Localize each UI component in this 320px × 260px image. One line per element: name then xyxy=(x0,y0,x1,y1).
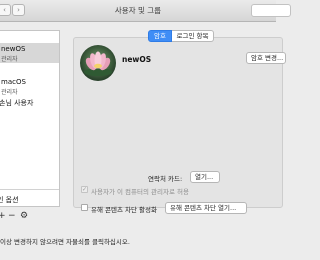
account-user-name: newOS xyxy=(122,55,152,64)
change-password-button[interactable]: 암호 변경... xyxy=(246,52,286,64)
sidebar-user-newos[interactable]: newOS 관리자 xyxy=(0,43,59,63)
gear-icon[interactable]: ⚙ xyxy=(20,211,28,221)
window-titlebar: ‹ › 사용자 및 그룹 xyxy=(0,0,291,22)
parental-controls-label: 유해 콘텐츠 차단 활성화 xyxy=(91,206,157,214)
admin-checkbox[interactable]: ✓ xyxy=(81,186,88,193)
lotus-icon xyxy=(80,45,116,81)
sidebar-user-role: 관리자 xyxy=(1,89,18,96)
sidebar-user-role: 관리자 xyxy=(1,56,18,63)
sidebar-guest-user[interactable]: 손님 사용자 xyxy=(0,97,59,107)
open-contact-card-button[interactable]: 열기... xyxy=(190,171,220,183)
add-user-button[interactable]: + xyxy=(0,211,6,221)
login-options-item[interactable]: 인 옵션 xyxy=(0,195,19,205)
sidebar-user-name: macOS xyxy=(1,78,26,86)
contact-card-label: 연락처 카드: xyxy=(148,175,183,183)
search-input[interactable] xyxy=(251,4,291,17)
open-parental-controls-button[interactable]: 유해 콘텐츠 차단 열기... xyxy=(165,202,247,214)
parental-controls-checkbox[interactable] xyxy=(81,204,88,211)
remove-user-button[interactable]: − xyxy=(8,211,16,221)
checkmark-icon: ✓ xyxy=(82,186,88,193)
tab-password[interactable]: 암호 xyxy=(148,30,172,42)
window-title: 사용자 및 그룹 xyxy=(114,6,162,15)
tab-login-items[interactable]: 로그인 항목 xyxy=(172,30,214,42)
sidebar-user-name: newOS xyxy=(1,45,26,53)
sidebar-divider xyxy=(0,189,59,190)
lock-instruction-text: 이상 변경하지 않으려면 자물쇠를 클릭하십시오. xyxy=(0,238,130,246)
sidebar-user-macos[interactable]: macOS 관리자 xyxy=(0,76,59,96)
user-list-sidebar: newOS 관리자 macOS 관리자 손님 사용자 인 옵션 xyxy=(0,30,60,207)
admin-checkbox-label: 사용자가 이 컴퓨터의 관리자로 허용 xyxy=(91,188,189,196)
sidebar-guest-label: 손님 사용자 xyxy=(0,99,34,107)
lotus-flower-avatar[interactable] xyxy=(80,45,116,81)
